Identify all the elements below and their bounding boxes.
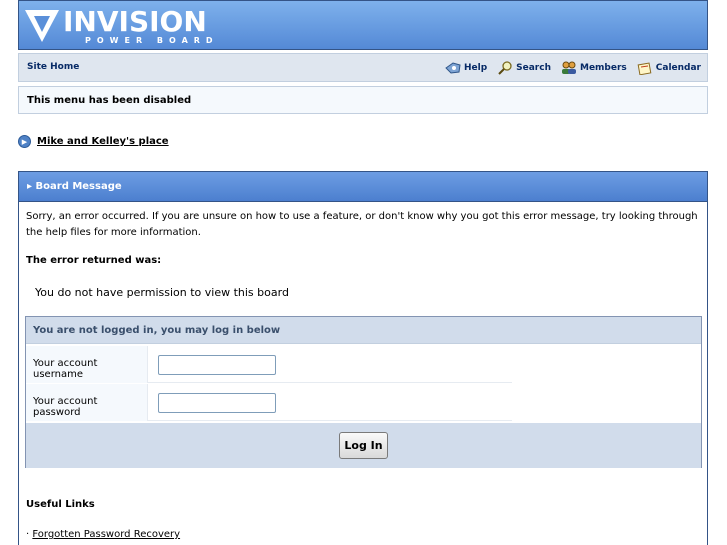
menu-disabled-text: This menu has been disabled (27, 95, 192, 106)
members-icon (561, 61, 576, 74)
password-label: Your account password (26, 384, 148, 421)
username-row: Your account username (26, 346, 512, 383)
nav-search-label: Search (516, 63, 551, 73)
forgotten-password-link[interactable]: Forgotten Password Recovery (32, 529, 180, 540)
login-form: You are not logged in, you may log in be… (25, 316, 702, 468)
logo-wordmark: INVISION (63, 5, 207, 38)
nav-help-label: Help (463, 63, 488, 73)
menu-disabled-bar: This menu has been disabled (18, 86, 708, 114)
board-message-panel: ▸ Board Message Sorry, an error occurred… (18, 171, 708, 545)
invision-logo-icon (25, 10, 59, 42)
breadcrumb: ▶ Mike and Kelley's place (18, 135, 169, 148)
logo-subtitle: POWER BOARD (85, 36, 219, 45)
help-icon (445, 62, 461, 74)
site-home-link[interactable]: Site Home (27, 62, 79, 72)
login-heading: You are not logged in, you may log in be… (26, 317, 701, 344)
password-row: Your account password (26, 384, 512, 421)
calendar-icon (637, 62, 652, 75)
search-icon (498, 61, 512, 75)
board-message-header: ▸ Board Message (19, 172, 707, 202)
useful-links-title: Useful Links (26, 499, 95, 510)
nav-search[interactable]: Search (497, 61, 551, 75)
user-nav-strip: Site Home Help Search Members Calendar (18, 53, 708, 82)
useful-links-list: · Forgotten Password Recovery (26, 529, 180, 540)
bullet: · (26, 529, 30, 540)
nav-members-label: Members (579, 63, 627, 73)
nav-calendar[interactable]: Calendar (637, 61, 701, 75)
triangle-right-icon: ▸ (27, 181, 36, 192)
nav-help[interactable]: Help (445, 61, 487, 75)
header-banner: INVISION POWER BOARD (18, 0, 708, 50)
username-input[interactable] (158, 355, 276, 375)
nav-members[interactable]: Members (561, 61, 627, 75)
error-intro: Sorry, an error occurred. If you are uns… (26, 211, 698, 238)
arrow-circle-icon: ▶ (18, 135, 31, 148)
error-title: The error returned was: (26, 255, 162, 266)
login-footer: Log In (26, 423, 701, 468)
username-label: Your account username (26, 346, 148, 383)
board-home-link[interactable]: Mike and Kelley's place (37, 136, 169, 147)
nav-calendar-label: Calendar (655, 63, 701, 73)
board-message-title: Board Message (35, 181, 122, 192)
nav-links: Help Search Members Calendar (445, 61, 701, 75)
login-button[interactable]: Log In (339, 432, 388, 459)
error-text: You do not have permission to view this … (35, 286, 289, 299)
password-input[interactable] (158, 393, 276, 413)
